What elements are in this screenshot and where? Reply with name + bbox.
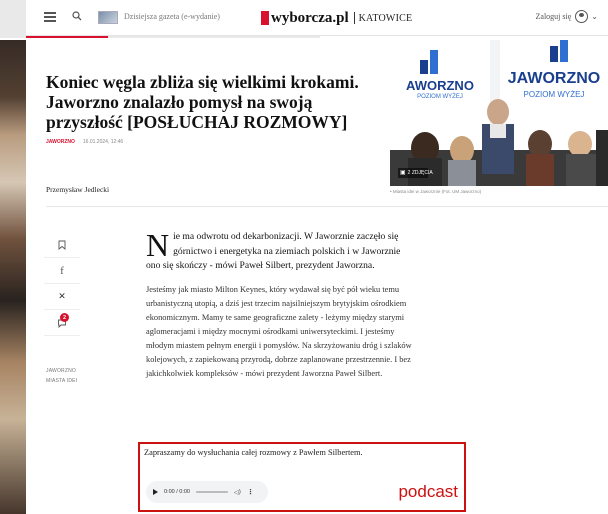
lead-text: ie ma odwrotu od dekarbonizacji. W Jawor… <box>146 231 401 271</box>
article-lead: Nie ma odwrotu od dekarbonizacji. W Jawo… <box>146 227 416 274</box>
hero-image[interactable]: AWORZNO POZIOM WYŻEJ JAWORZNO POZIOM WYŻ… <box>390 40 608 186</box>
camera-icon: ▣ <box>400 169 406 176</box>
dropcap: N <box>146 227 170 263</box>
publish-date: 16.01.2024, 12:46 <box>82 139 124 145</box>
logo-separator <box>353 12 355 24</box>
podcast-label: podcast <box>398 482 458 501</box>
seek-bar[interactable] <box>196 491 228 493</box>
logo-city: KATOWICE <box>358 12 413 24</box>
x-icon: ✕ <box>58 291 66 302</box>
podcast-embed: Zapraszamy do wysłuchania całej rozmowy … <box>138 442 466 512</box>
tag-jaworzno[interactable]: JAWORZNO <box>46 366 77 376</box>
logo-mark-icon <box>261 11 269 25</box>
header-accent-underline <box>26 36 108 38</box>
x-share-button[interactable]: ✕ <box>44 284 80 310</box>
logo-brand: wyborcza.pl <box>271 9 349 26</box>
section-tag[interactable]: JAWORZNO <box>46 139 75 145</box>
site-header: Dzisiejsza gazeta (e-wydanie) wyborcza.p… <box>26 0 608 36</box>
hamburger-menu-icon[interactable] <box>44 12 56 22</box>
audio-player[interactable]: 0:00 / 0:00 ◁) ⋮ <box>146 481 268 503</box>
more-options-icon[interactable]: ⋮ <box>247 488 254 496</box>
comments-button[interactable]: 2 <box>44 310 80 336</box>
e-edition-thumbnail-icon[interactable] <box>98 11 118 24</box>
chevron-down-icon: ⌄ <box>591 12 598 21</box>
article-author[interactable]: Przemysław Jedlecki <box>46 185 109 194</box>
article-meta: JAWORZNO 16.01.2024, 12:46 <box>46 139 123 145</box>
e-edition-link[interactable]: Dzisiejsza gazeta (e-wydanie) <box>124 12 220 21</box>
play-icon[interactable] <box>153 489 158 495</box>
divider <box>46 206 608 207</box>
login-button[interactable]: Zaloguj się ⌄ <box>536 10 598 23</box>
tag-miasta-idei[interactable]: MIASTA IDEI <box>46 376 77 386</box>
volume-icon[interactable]: ◁) <box>234 489 241 496</box>
article-body: Nie ma odwrotu od dekarbonizacji. W Jawo… <box>146 227 416 381</box>
site-logo[interactable]: wyborcza.pl KATOWICE <box>261 9 412 27</box>
gallery-badge[interactable]: ▣ 2 ZDJĘCIA <box>400 169 433 176</box>
hero-caption: • Miasta idei w Jaworznie (Fot. UM Jawor… <box>390 189 482 194</box>
gallery-count: 2 ZDJĘCIA <box>407 169 433 176</box>
login-label: Zaloguj się <box>535 12 572 21</box>
player-time: 0:00 / 0:00 <box>164 489 190 495</box>
share-rail: f ✕ 2 <box>44 232 84 336</box>
banner-left-subtitle: POZIOM WYŻEJ <box>417 94 463 100</box>
search-icon[interactable] <box>72 11 82 21</box>
banner-left-title: AWORZNO <box>406 78 474 93</box>
article-tags: JAWORZNO MIASTA IDEI <box>46 366 77 386</box>
hero-photo <box>390 40 608 186</box>
article-paragraph: Jesteśmy jak miasto Milton Keynes, który… <box>146 284 412 378</box>
background-photo-strip <box>0 40 26 514</box>
comment-count-badge: 2 <box>60 313 69 322</box>
user-icon <box>575 10 589 23</box>
article-title: Koniec węgla zbliża się wielkimi krokami… <box>46 72 359 132</box>
podcast-intro: Zapraszamy do wysłuchania całej rozmowy … <box>144 448 363 457</box>
banner-right-title: JAWORZNO <box>507 70 601 87</box>
banner-right-subtitle: POZIOM WYŻEJ <box>523 90 585 99</box>
facebook-icon: f <box>60 264 64 277</box>
facebook-share-button[interactable]: f <box>44 258 80 284</box>
bookmark-icon <box>58 240 66 250</box>
bookmark-button[interactable] <box>44 232 80 258</box>
